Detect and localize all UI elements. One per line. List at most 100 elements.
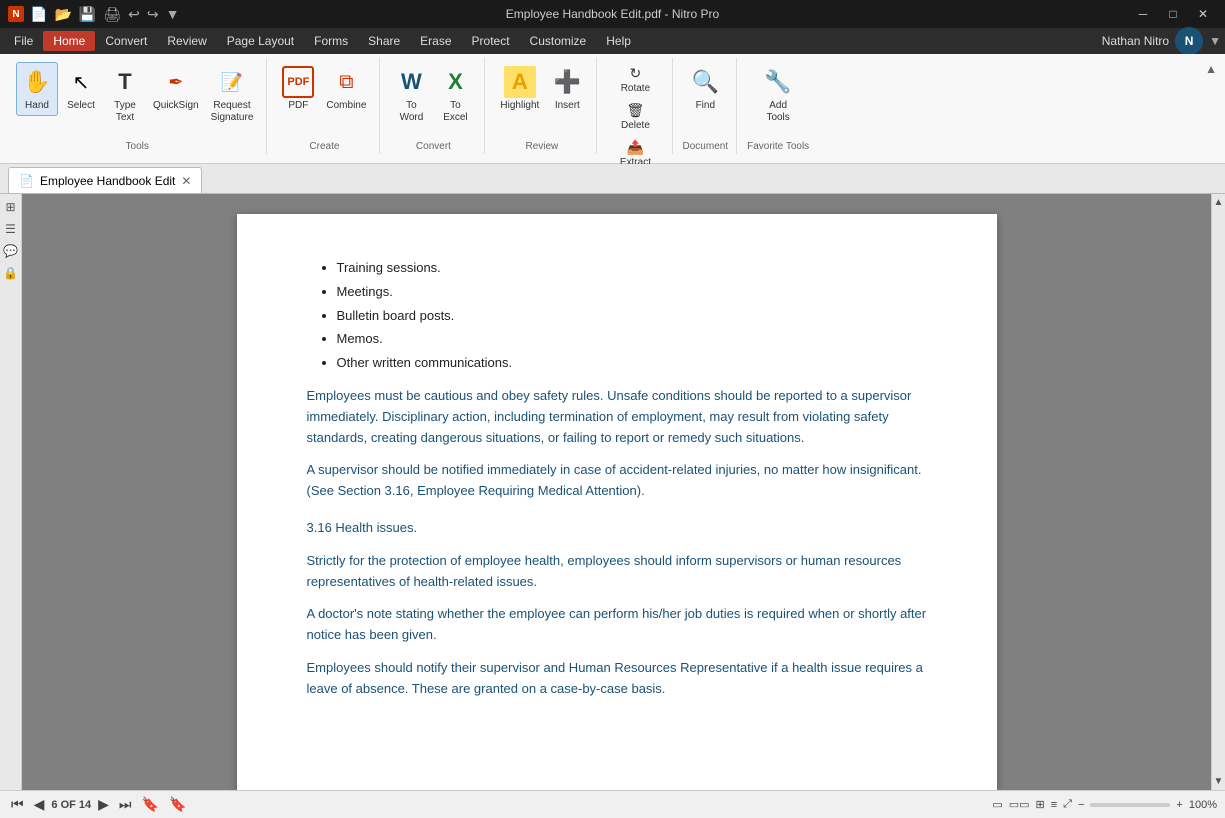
type-text-button[interactable]: T TypeText xyxy=(104,62,146,128)
menu-convert[interactable]: Convert xyxy=(95,31,157,51)
quicksign-button[interactable]: ✒ QuickSign xyxy=(148,62,204,116)
first-page-button[interactable]: ⏮ xyxy=(8,795,27,814)
add-tools-icon: 🔧 xyxy=(762,66,794,98)
bullet-list: Training sessions. Meetings. Bulletin bo… xyxy=(307,258,927,374)
save-icon[interactable]: 💾 xyxy=(77,4,98,25)
menu-customize[interactable]: Customize xyxy=(520,31,597,51)
rotate-label: Rotate xyxy=(621,83,650,94)
user-dropdown-icon[interactable]: ▼ xyxy=(1209,34,1221,48)
menu-review[interactable]: Review xyxy=(157,31,216,51)
insert-button[interactable]: ➕ Insert xyxy=(546,62,588,116)
annotations-tool[interactable]: 💬 xyxy=(2,242,20,260)
prev-page-button[interactable]: ◀ xyxy=(31,795,48,814)
paragraph-3: Strictly for the protection of employee … xyxy=(307,551,927,593)
pdf-label: PDF xyxy=(288,100,308,112)
view-single-icon[interactable]: ▭ xyxy=(992,798,1002,811)
new-file-icon[interactable]: 📄 xyxy=(28,4,49,25)
to-word-label: ToWord xyxy=(400,100,424,124)
bullet-item-3: Bulletin board posts. xyxy=(337,306,927,327)
minimize-button[interactable]: ─ xyxy=(1129,4,1157,24)
title-bar: N 📄 📂 💾 🖨 ↩ ↪ ▼ Employee Handbook Edit.p… xyxy=(0,0,1225,28)
document-scroll[interactable]: Training sessions. Meetings. Bulletin bo… xyxy=(22,194,1211,790)
menu-file[interactable]: File xyxy=(4,31,43,51)
ribbon-collapse[interactable]: ▲ xyxy=(1205,58,1217,76)
next-page-button[interactable]: ▶ xyxy=(95,795,112,814)
scroll-up-arrow[interactable]: ▲ xyxy=(1211,194,1225,211)
highlight-icon: A xyxy=(504,66,536,98)
rotate-icon: ↻ xyxy=(630,65,642,82)
section-heading: 3.16 Health issues. xyxy=(307,518,927,539)
page-layout-col: ↻ Rotate 🗑 Delete 📤 Extract xyxy=(616,62,655,171)
menu-erase[interactable]: Erase xyxy=(410,31,461,51)
review-group-label: Review xyxy=(525,141,558,154)
view-fit-icon[interactable]: ⤢ xyxy=(1063,798,1072,811)
request-signature-icon: 📝 xyxy=(216,66,248,98)
open-icon[interactable]: 📂 xyxy=(52,4,73,25)
highlight-button[interactable]: A Highlight xyxy=(495,62,544,116)
delete-button[interactable]: 🗑 Delete xyxy=(616,99,655,134)
bookmark-next-button[interactable]: 🔖 xyxy=(166,795,189,814)
customize-icon[interactable]: ▼ xyxy=(164,4,182,24)
quicksign-icon: ✒ xyxy=(160,66,192,98)
zoom-out-button[interactable]: − xyxy=(1078,799,1084,811)
menu-forms[interactable]: Forms xyxy=(304,31,358,51)
page-navigation: ⏮ ◀ 6 OF 14 ▶ ⏭ 🔖 🔖 xyxy=(8,795,189,814)
scroll-down-arrow[interactable]: ▼ xyxy=(1211,773,1225,790)
bookmark-prev-button[interactable]: 🔖 xyxy=(139,795,162,814)
view-scroll-icon[interactable]: ≡ xyxy=(1051,799,1057,811)
bookmarks-tool[interactable]: ☰ xyxy=(2,220,20,238)
convert-buttons: W ToWord X ToExcel xyxy=(390,58,476,141)
review-buttons: A Highlight ➕ Insert xyxy=(495,58,588,141)
user-area: Nathan Nitro N ▼ xyxy=(1102,27,1221,55)
print-icon[interactable]: 🖨 xyxy=(101,4,123,25)
zoom-in-button[interactable]: + xyxy=(1176,799,1182,811)
last-page-button[interactable]: ⏭ xyxy=(116,795,135,814)
zoom-slider[interactable] xyxy=(1090,803,1170,807)
ribbon-group-page-layout: ↻ Rotate 🗑 Delete 📤 Extract Page Layout xyxy=(599,58,672,154)
to-word-button[interactable]: W ToWord xyxy=(390,62,432,128)
redo-icon[interactable]: ↪ xyxy=(145,4,161,25)
close-button[interactable]: ✕ xyxy=(1189,4,1217,24)
thumbnails-tool[interactable]: ⊞ xyxy=(2,198,20,216)
excel-icon: X xyxy=(439,66,471,98)
rotate-button[interactable]: ↻ Rotate xyxy=(616,62,655,97)
select-tool-button[interactable]: ↖ Select xyxy=(60,62,102,116)
favorite-tools-group-label: Favorite Tools xyxy=(747,141,809,154)
document-area: Training sessions. Meetings. Bulletin bo… xyxy=(22,194,1211,790)
select-icon: ↖ xyxy=(65,66,97,98)
menu-share[interactable]: Share xyxy=(358,31,410,51)
add-tools-button[interactable]: 🔧 AddTools xyxy=(757,62,799,128)
main-area: ⊞ ☰ 💬 🔒 Training sessions. Meetings. Bul… xyxy=(0,194,1225,790)
menu-bar: File Home Convert Review Page Layout For… xyxy=(0,28,1225,54)
find-label: Find xyxy=(696,100,715,112)
find-icon: 🔍 xyxy=(689,66,721,98)
request-signature-label: RequestSignature xyxy=(211,100,254,124)
view-grid-icon[interactable]: ⊞ xyxy=(1036,798,1045,811)
status-bar: ⏮ ◀ 6 OF 14 ▶ ⏭ 🔖 🔖 ▭ ▭▭ ⊞ ≡ ⤢ − + 100% xyxy=(0,790,1225,818)
delete-label: Delete xyxy=(621,120,650,131)
right-scrollbar[interactable]: ▲ ▼ xyxy=(1211,194,1225,790)
tab-close-button[interactable]: ✕ xyxy=(181,174,191,188)
combine-icon: ⧉ xyxy=(330,66,362,98)
request-signature-button[interactable]: 📝 RequestSignature xyxy=(206,62,259,128)
menu-help[interactable]: Help xyxy=(596,31,641,51)
menu-protect[interactable]: Protect xyxy=(462,31,520,51)
pdf-button[interactable]: PDF PDF xyxy=(277,62,319,116)
hand-tool-button[interactable]: ✋ Hand xyxy=(16,62,58,116)
menu-page-layout[interactable]: Page Layout xyxy=(217,31,304,51)
document-tab[interactable]: 📄 Employee Handbook Edit ✕ xyxy=(8,167,202,193)
paragraph-2: A supervisor should be notified immediat… xyxy=(307,460,927,502)
convert-group-label: Convert xyxy=(416,141,451,154)
combine-button[interactable]: ⧉ Combine xyxy=(321,62,371,116)
view-facing-icon[interactable]: ▭▭ xyxy=(1009,798,1030,811)
menu-home[interactable]: Home xyxy=(43,31,95,51)
find-button[interactable]: 🔍 Find xyxy=(684,62,726,116)
maximize-button[interactable]: □ xyxy=(1159,4,1187,24)
ribbon-group-tools: ✋ Hand ↖ Select T TypeText ✒ QuickSign 📝… xyxy=(8,58,267,154)
delete-icon: 🗑 xyxy=(627,102,645,119)
undo-icon[interactable]: ↩ xyxy=(126,4,142,25)
signatures-tool[interactable]: 🔒 xyxy=(2,264,20,282)
user-avatar[interactable]: N xyxy=(1175,27,1203,55)
hand-label: Hand xyxy=(25,100,49,112)
to-excel-button[interactable]: X ToExcel xyxy=(434,62,476,128)
